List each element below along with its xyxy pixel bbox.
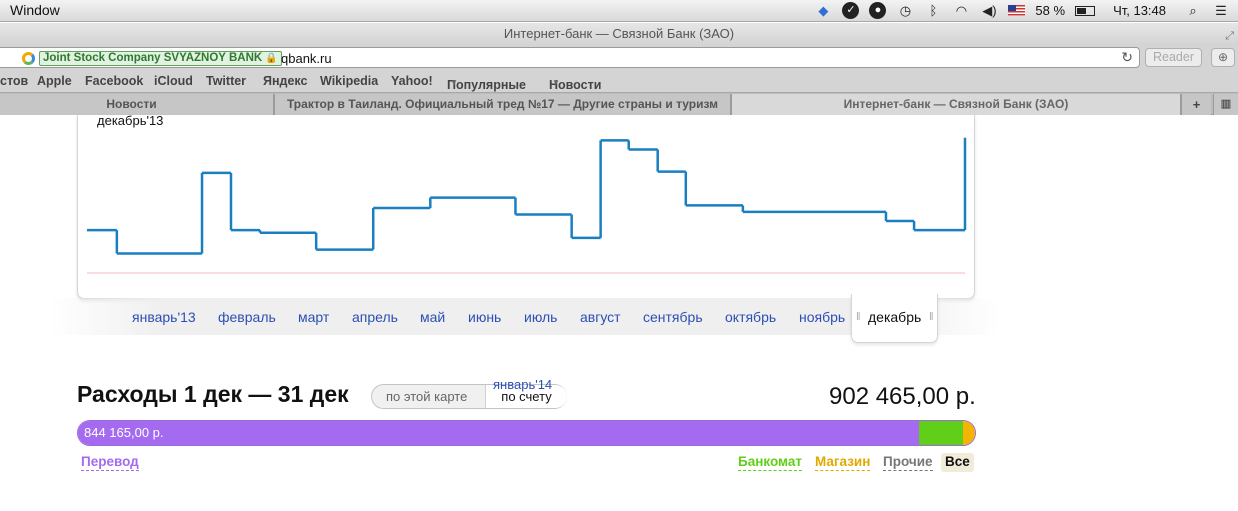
- month-oct[interactable]: октябрь: [725, 309, 776, 325]
- segment-atm[interactable]: [919, 421, 963, 445]
- legend-shop[interactable]: Магазин: [815, 454, 871, 471]
- month-mar[interactable]: март: [298, 309, 329, 325]
- expenses-title: Расходы 1 дек — 31 дек: [77, 381, 349, 407]
- month-feb[interactable]: февраль: [218, 309, 276, 325]
- range-handle-right[interactable]: ‖: [929, 311, 934, 323]
- legend-atm[interactable]: Банкомат: [738, 454, 802, 471]
- balance-chart: [87, 137, 967, 274]
- toggle-this-card[interactable]: по этой карте: [386, 389, 467, 404]
- total-expenses: 902 465,00 р.: [829, 383, 976, 410]
- chart-series: [87, 137, 967, 255]
- month-jan-13[interactable]: январь'13: [132, 309, 196, 325]
- month-may[interactable]: май: [420, 309, 445, 325]
- segment-transfer[interactable]: [78, 421, 919, 445]
- expenses-breakdown-bar: 844 165,00 р.: [77, 420, 976, 446]
- next-month-link[interactable]: январь'14: [493, 377, 552, 392]
- month-jun[interactable]: июнь: [468, 309, 501, 325]
- legend-all[interactable]: Все: [941, 453, 974, 472]
- range-handle-left[interactable]: ‖: [856, 311, 861, 323]
- month-nov[interactable]: ноябрь: [799, 309, 845, 325]
- month-sep[interactable]: сентябрь: [643, 309, 703, 325]
- month-jul[interactable]: июль: [524, 309, 557, 325]
- month-apr[interactable]: апрель: [352, 309, 398, 325]
- month-aug[interactable]: август: [580, 309, 621, 325]
- month-dec-selected[interactable]: ‖ декабрь ‖: [851, 294, 938, 343]
- segment-shop[interactable]: [963, 421, 975, 445]
- legend-transfer[interactable]: Перевод: [81, 454, 139, 471]
- chart-period-label: декабрь'13: [97, 113, 164, 128]
- selected-month-label: декабрь: [868, 309, 922, 325]
- legend-other[interactable]: Прочие: [883, 454, 933, 471]
- transfer-amount-label: 844 165,00 р.: [84, 425, 164, 440]
